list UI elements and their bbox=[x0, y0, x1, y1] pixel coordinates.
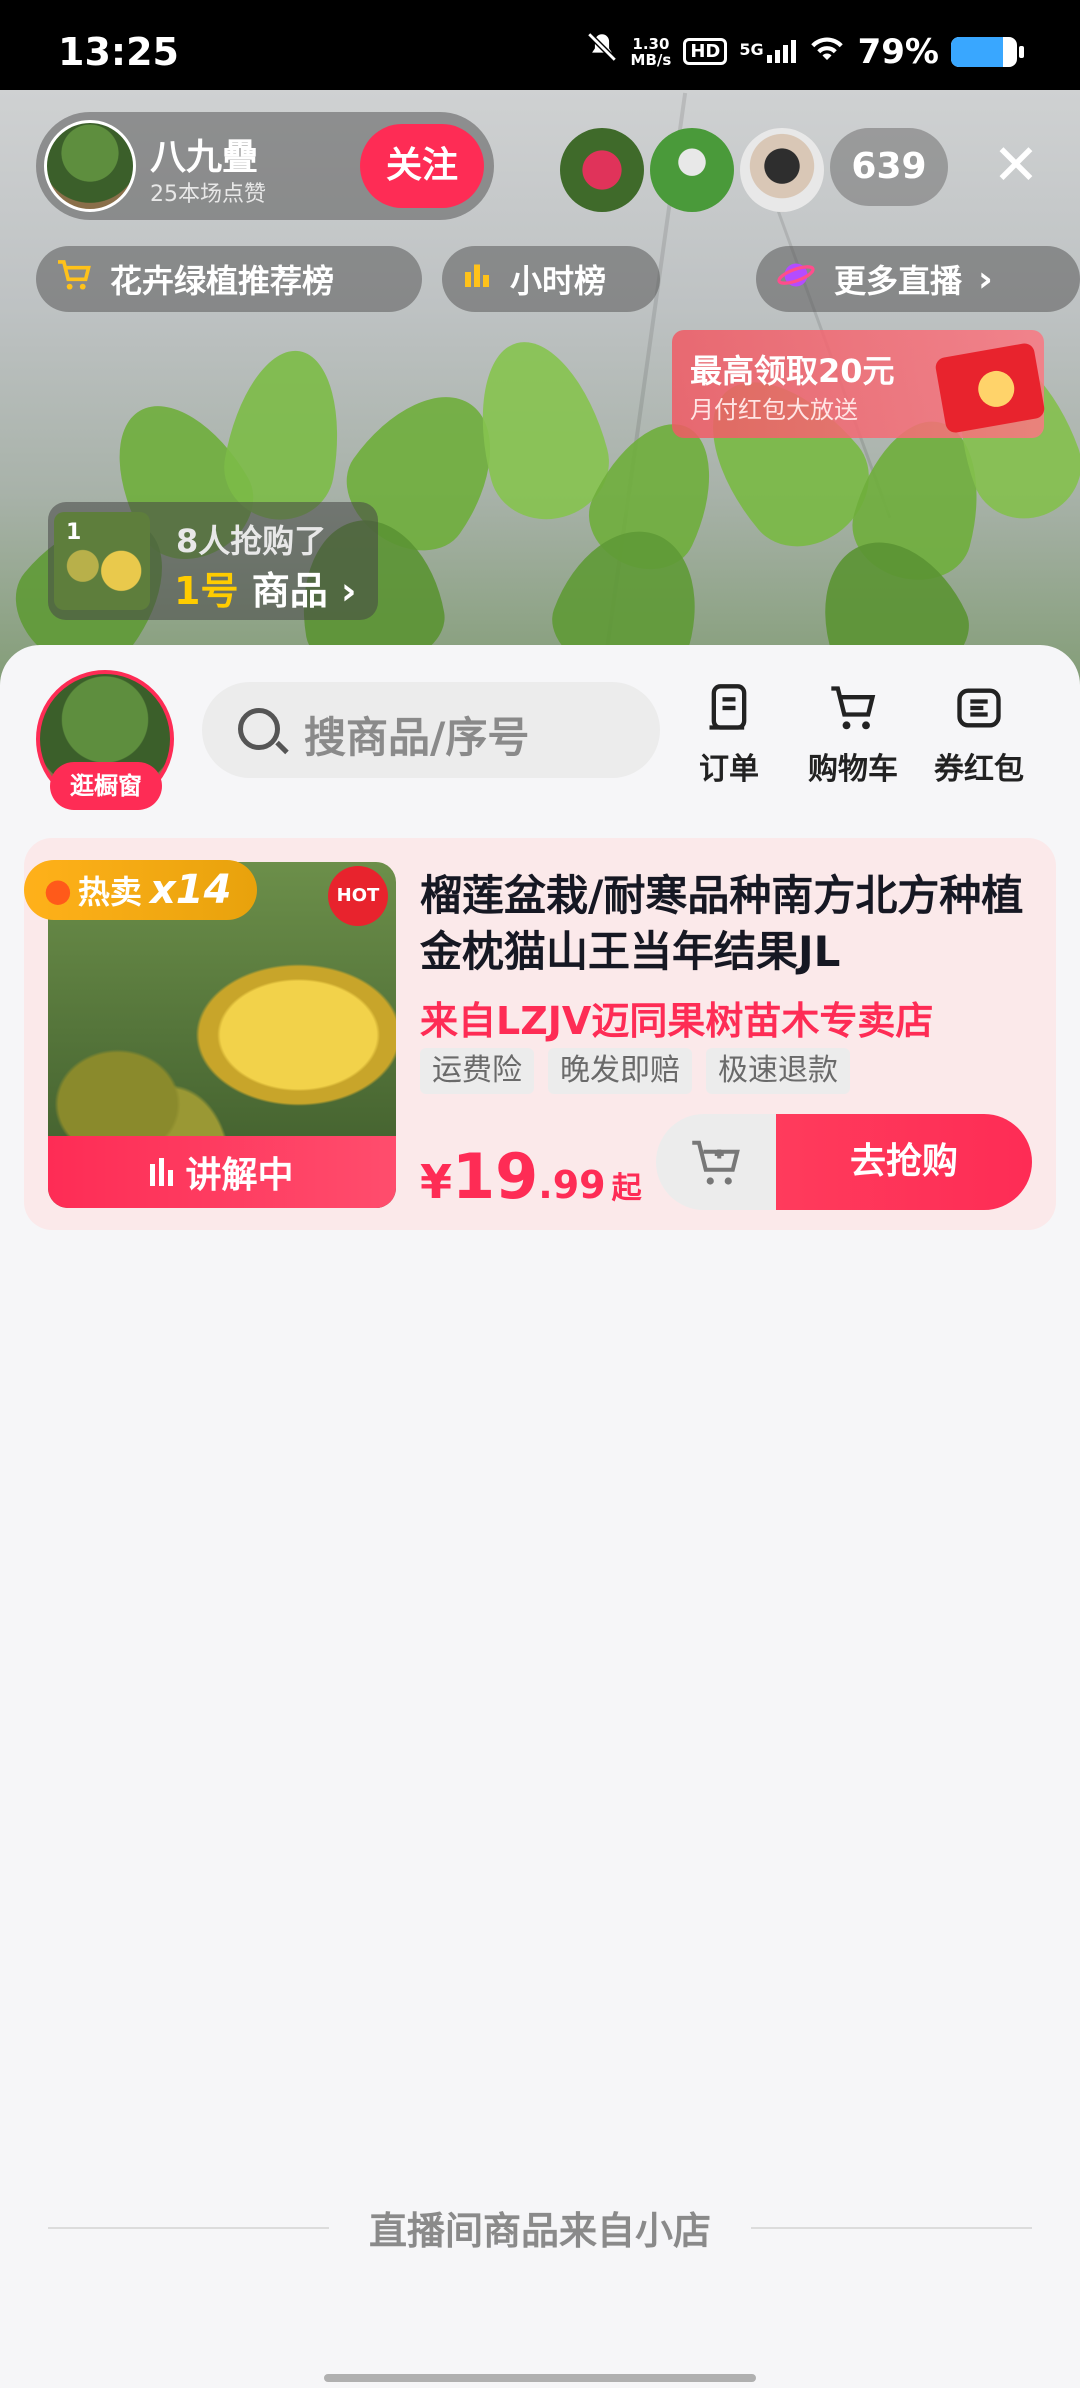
search-input[interactable]: 搜商品/序号 bbox=[202, 682, 660, 778]
viewer-avatar[interactable] bbox=[740, 128, 824, 212]
explaining-status[interactable]: 讲解中 bbox=[48, 1136, 396, 1208]
buy-now-button[interactable]: 去抢购 bbox=[776, 1114, 1032, 1210]
pill-more-live[interactable]: 更多直播 › bbox=[756, 246, 1080, 312]
product-price: ¥19.99 起 bbox=[420, 1140, 642, 1213]
product-shop[interactable]: 来自LZJV迈同果树苗木专卖店 bbox=[420, 990, 933, 1045]
tag-fast-refund: 极速退款 bbox=[706, 1048, 850, 1094]
status-time: 13:25 bbox=[58, 30, 179, 74]
search-icon bbox=[238, 708, 280, 750]
tag-shipping-insurance: 运费险 bbox=[420, 1048, 534, 1094]
planet-icon bbox=[776, 257, 816, 301]
close-icon[interactable]: ✕ bbox=[986, 136, 1046, 196]
add-to-cart-button[interactable] bbox=[656, 1114, 786, 1210]
add-cart-icon bbox=[690, 1138, 744, 1192]
hd-icon: HD bbox=[683, 38, 728, 65]
product-title[interactable]: 榴莲盆栽/耐寒品种南方北方种植金枕猫山王当年结果JL bbox=[420, 868, 1030, 980]
host-name: 八九疊 bbox=[150, 137, 259, 178]
viewer-avatar[interactable] bbox=[560, 128, 644, 212]
battery-percent: 79% bbox=[857, 31, 939, 72]
bar-chart-icon bbox=[462, 260, 492, 298]
status-icons: 1.30 MB/s HD 5G 79% bbox=[585, 30, 1024, 73]
red-envelope-icon bbox=[934, 341, 1046, 435]
net-speed: 1.30 MB/s bbox=[630, 34, 672, 69]
purchase-item-text: 1号 商品 › bbox=[174, 569, 357, 613]
purchase-count-text: 8人抢购了 bbox=[176, 522, 327, 560]
coupons-button[interactable]: 券红包 bbox=[924, 682, 1034, 788]
orders-label: 订单 bbox=[699, 752, 759, 787]
footer-note: 直播间商品来自小店 bbox=[48, 2200, 1033, 2255]
follow-button[interactable]: 关注 bbox=[360, 124, 484, 208]
battery-icon bbox=[951, 36, 1017, 67]
red-packet-banner[interactable]: 最高领取20元 月付红包大放送 bbox=[672, 330, 1046, 438]
cart-label: 购物车 bbox=[808, 752, 898, 787]
order-icon bbox=[703, 682, 755, 734]
home-indicator[interactable] bbox=[324, 2374, 756, 2382]
host-likes: 25本场点赞 bbox=[150, 182, 266, 207]
product-tags: 运费险 晚发即赔 极速退款 bbox=[420, 1048, 850, 1094]
red-packet-title: 最高领取20元 bbox=[690, 352, 895, 390]
fire-icon: ● bbox=[44, 871, 72, 909]
viewer-avatar[interactable] bbox=[650, 128, 734, 212]
tag-late-ship-comp: 晚发即赔 bbox=[548, 1048, 692, 1094]
host-avatar[interactable] bbox=[44, 120, 136, 212]
viewer-count[interactable]: 639 bbox=[830, 128, 948, 206]
coupon-icon bbox=[953, 682, 1005, 734]
sound-bars-icon bbox=[150, 1158, 174, 1186]
pill-plant-ranking[interactable]: 花卉绿植推荐榜 bbox=[36, 246, 422, 312]
red-packet-subtitle: 月付红包大放送 bbox=[690, 396, 858, 424]
cart-icon bbox=[56, 259, 92, 299]
hot-sale-tag: ● 热卖 x14 bbox=[24, 860, 258, 920]
coupons-label: 券红包 bbox=[934, 752, 1024, 787]
status-bar: 13:25 1.30 MB/s HD 5G 79% bbox=[0, 0, 1080, 90]
pill-hour-ranking[interactable]: 小时榜 bbox=[442, 246, 660, 312]
orders-button[interactable]: 订单 bbox=[674, 682, 784, 788]
shopping-cart-icon bbox=[827, 682, 879, 734]
mute-icon bbox=[585, 30, 619, 73]
search-placeholder: 搜商品/序号 bbox=[304, 713, 530, 762]
chevron-right-icon: › bbox=[978, 258, 993, 300]
browse-window-tag[interactable]: 逛橱窗 bbox=[50, 762, 162, 810]
signal-icon: 5G bbox=[739, 40, 796, 63]
purchase-notice[interactable]: 1 8人抢购了 1号 商品 › bbox=[48, 502, 378, 620]
cart-button[interactable]: 购物车 bbox=[798, 682, 908, 788]
wifi-icon bbox=[808, 32, 846, 72]
hot-badge: HOT bbox=[328, 866, 388, 926]
thumbnail-number: 1 bbox=[66, 520, 82, 545]
